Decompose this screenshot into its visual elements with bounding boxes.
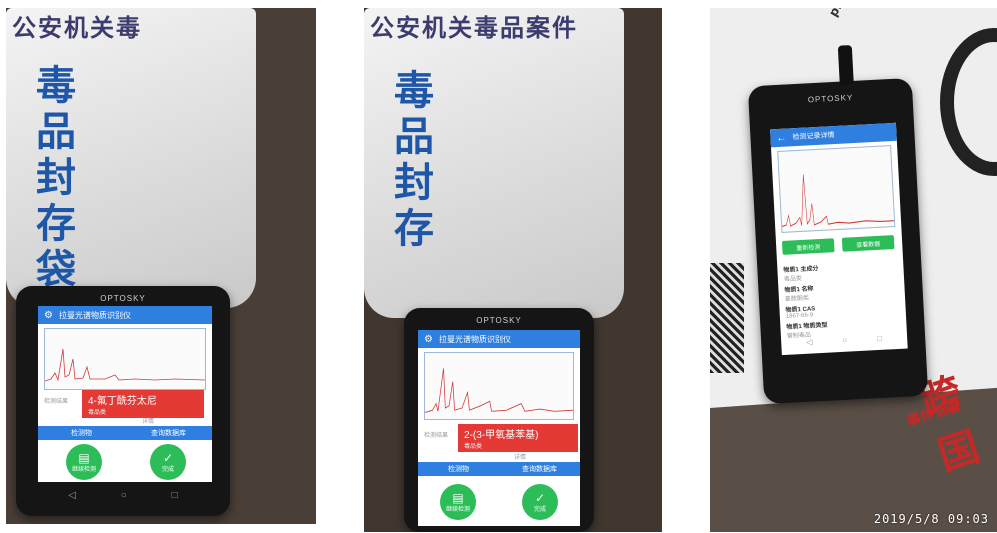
tab-database[interactable]: 查询数据库 — [125, 428, 212, 438]
back-key-icon[interactable]: ◁ — [68, 490, 76, 501]
document-icon: ▤ — [78, 450, 90, 465]
qr-code-graphic — [710, 263, 744, 373]
continue-detect-button[interactable]: ▤ 继续检测 — [66, 444, 102, 480]
app-title-bar: ⚙ 拉曼光谱物质识别仪 — [418, 330, 580, 348]
spectrum-line — [782, 174, 895, 228]
result-category: 毒品类 — [88, 410, 107, 416]
continue-detect-button[interactable]: ▤ 继续检测 — [440, 484, 476, 520]
details-link[interactable]: 详情 — [142, 416, 154, 425]
device-brand: OPTOSKY — [100, 294, 146, 303]
tab-detected[interactable]: 检测物 — [38, 428, 125, 438]
result-banner[interactable]: 2-(3-甲氧基苯基) 毒品类 — [458, 424, 578, 452]
app-title: 检测记录详情 — [792, 132, 835, 142]
app-title: 拉曼光谱物质识别仪 — [438, 334, 511, 344]
back-arrow-icon[interactable]: ← — [776, 132, 787, 144]
bottom-tabs: 检测物 查询数据库 — [38, 426, 212, 440]
details-link[interactable]: 详情 — [514, 452, 526, 461]
spectrometer-device: OPTOSKY ← 检测记录详情 重新检测 查看数据 物质1 主成分 毒品类 物… — [747, 45, 929, 405]
device-antenna — [837, 45, 854, 86]
device-screen: ⚙ 拉曼光谱物质识别仪 检测结果 2-(3-甲氧基苯基) 毒品类 详情 检测物 … — [418, 330, 580, 526]
result-name: 2-(3-甲氧基苯基) — [464, 430, 539, 441]
evidence-bag: 公安机关毒 毒 品 封 存 袋 — [6, 8, 256, 308]
view-data-button[interactable]: 查看数据 — [841, 235, 895, 252]
finish-button[interactable]: ✓ 完成 — [150, 444, 186, 480]
finish-button[interactable]: ✓ 完成 — [522, 484, 558, 520]
app-title-bar: ⚙ 拉曼光谱物质识别仪 — [38, 306, 212, 324]
settings-icon[interactable]: ⚙ — [424, 334, 433, 345]
result-name: 4-氟丁酰芬太尼 — [88, 396, 157, 407]
spectrum-plot — [44, 328, 206, 390]
device-screen: ← 检测记录详情 重新检测 查看数据 物质1 主成分 毒品类 物质1 名称 氯胺… — [770, 122, 908, 356]
result-caption: 检测结果 — [424, 433, 449, 439]
retest-button[interactable]: 重新检测 — [781, 238, 835, 255]
app-title-bar: ← 检测记录详情 — [770, 122, 897, 148]
result-category: 毒品类 — [464, 444, 483, 450]
check-icon: ✓ — [162, 450, 174, 465]
tab-detected[interactable]: 检测物 — [418, 464, 499, 474]
recents-key-icon[interactable]: □ — [877, 334, 882, 343]
back-key-icon[interactable]: ◁ — [806, 337, 813, 346]
evidence-bag: 公安机关毒品案件 毒 品 封 存 — [364, 8, 624, 318]
spectrum-plot — [424, 352, 574, 420]
spectrum-plot — [777, 145, 896, 233]
home-key-icon[interactable]: ○ — [842, 336, 847, 345]
bag-label: 毒 品 封 存 袋 — [36, 62, 76, 293]
photo-timestamp: 2019/5/8 09:03 — [873, 512, 989, 526]
spectrum-line — [45, 348, 205, 382]
result-banner[interactable]: 4-氟丁酰芬太尼 毒品类 — [82, 390, 204, 418]
document-icon: ▤ — [452, 490, 464, 505]
detail-list: 物质1 主成分 毒品类 物质1 名称 氯胺酮类 物质1 CAS 1867-66-… — [777, 257, 907, 342]
spectrum-line — [425, 368, 573, 413]
result-caption: 检测结果 — [44, 399, 69, 405]
bag-banner-text: 公安机关毒品案件 — [370, 13, 578, 42]
bag-label: 毒 品 封 存 — [394, 67, 434, 252]
evidence-photo-2: 公安机关毒品案件 毒 品 封 存 OPTOSKY ⚙ 拉曼光谱物质识别仪 检测结… — [364, 8, 662, 532]
bag-banner-text: 公安机关毒 — [12, 13, 142, 42]
evidence-photo-1: 公安机关毒 毒 品 封 存 袋 OPTOSKY ⚙ 拉曼光谱物质识别仪 检测结果… — [6, 8, 316, 524]
android-nav-keys: ◁ ○ □ — [46, 490, 200, 501]
bottom-tabs: 检测物 查询数据库 — [418, 462, 580, 476]
settings-icon[interactable]: ⚙ — [44, 310, 53, 321]
device-screen: ⚙ 拉曼光谱物质识别仪 检测结果 4-氟丁酰芬太尼 毒品类 详情 检测物 查询数… — [38, 306, 212, 482]
spectrometer-device: OPTOSKY ⚙ 拉曼光谱物质识别仪 检测结果 2-(3-甲氧基苯基) 毒品类… — [404, 308, 594, 532]
evidence-photo-3: press.com 跨国 事件调查 OPTOSKY ← 检测记录详情 重新检测 … — [710, 8, 997, 532]
check-icon: ✓ — [534, 490, 546, 505]
home-key-icon[interactable]: ○ — [121, 490, 127, 501]
tab-database[interactable]: 查询数据库 — [499, 464, 580, 474]
spectrometer-device: OPTOSKY ⚙ 拉曼光谱物质识别仪 检测结果 4-氟丁酰芬太尼 毒品类 详情… — [16, 286, 230, 516]
device-brand: OPTOSKY — [476, 316, 522, 325]
app-title: 拉曼光谱物质识别仪 — [58, 310, 131, 320]
device-brand: OPTOSKY — [807, 93, 854, 105]
recents-key-icon[interactable]: □ — [172, 490, 178, 501]
